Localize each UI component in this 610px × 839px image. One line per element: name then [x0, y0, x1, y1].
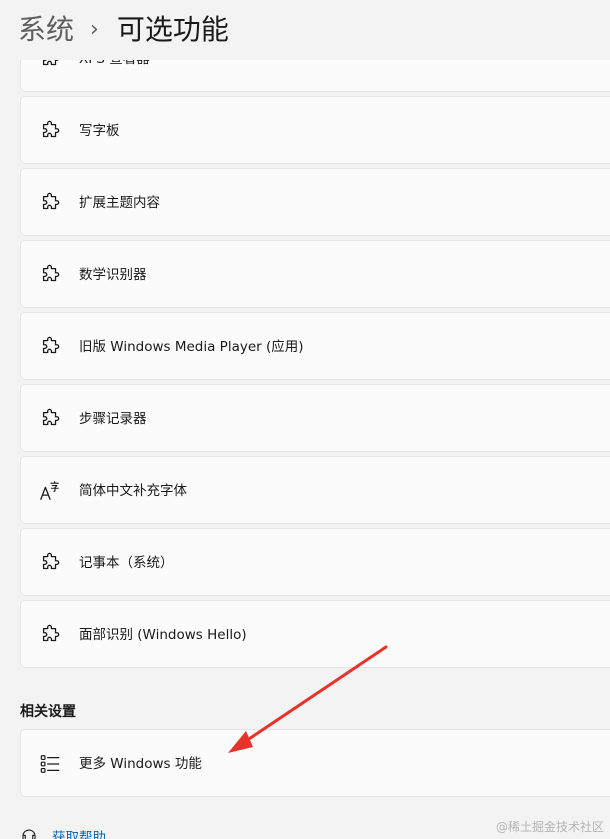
- puzzle-icon: [42, 120, 60, 138]
- related-settings-heading: 相关设置: [20, 704, 76, 720]
- feature-label: 旧版 Windows Media Player (应用): [79, 339, 304, 355]
- puzzle-icon: [42, 552, 60, 570]
- list-icon: [40, 755, 60, 773]
- feature-label: 面部识别 (Windows Hello): [79, 627, 247, 643]
- feature-label: 步骤记录器: [79, 411, 147, 427]
- feature-label: 数学识别器: [79, 267, 147, 283]
- puzzle-icon: [42, 408, 60, 426]
- get-help-link[interactable]: 获取帮助: [20, 826, 106, 839]
- feature-label: 记事本（系统）: [79, 555, 174, 571]
- more-windows-features-label: 更多 Windows 功能: [79, 756, 202, 772]
- feature-card-extended-theme[interactable]: 扩展主题内容: [20, 168, 610, 236]
- page-header: 系统 › 可选功能: [0, 0, 610, 60]
- feature-card-notepad[interactable]: 记事本（系统）: [20, 528, 610, 596]
- feature-card-facial-recognition[interactable]: 面部识别 (Windows Hello): [20, 600, 610, 668]
- more-windows-features-card[interactable]: 更多 Windows 功能: [20, 729, 610, 797]
- feature-label: 简体中文补充字体: [79, 483, 187, 499]
- page-title: 可选功能: [116, 13, 229, 46]
- get-help-label: 获取帮助: [52, 830, 106, 839]
- feature-label: 写字板: [79, 123, 120, 139]
- puzzle-icon: [42, 192, 60, 210]
- feature-card-chinese-fonts[interactable]: 简体中文补充字体: [20, 456, 610, 524]
- feature-card-math-recognizer[interactable]: 数学识别器: [20, 240, 610, 308]
- puzzle-icon: [42, 264, 60, 282]
- breadcrumb-parent-system[interactable]: 系统: [18, 12, 74, 48]
- chevron-right-icon: ›: [90, 17, 99, 42]
- breadcrumb: 系统 › 可选功能: [18, 12, 229, 48]
- help-icon: [22, 829, 36, 839]
- font-icon: [40, 481, 59, 500]
- puzzle-icon: [42, 336, 60, 354]
- settings-page: XPS 查看器 写字板 扩展主题内容 数学识别器 旧版 Windows Medi: [0, 0, 610, 839]
- feature-card-wordpad[interactable]: 写字板: [20, 96, 610, 164]
- feature-card-media-player[interactable]: 旧版 Windows Media Player (应用): [20, 312, 610, 380]
- feature-card-steps-recorder[interactable]: 步骤记录器: [20, 384, 610, 452]
- puzzle-icon: [42, 624, 60, 642]
- feature-label: 扩展主题内容: [79, 195, 160, 211]
- watermark: @稀土掘金技术社区: [495, 820, 604, 834]
